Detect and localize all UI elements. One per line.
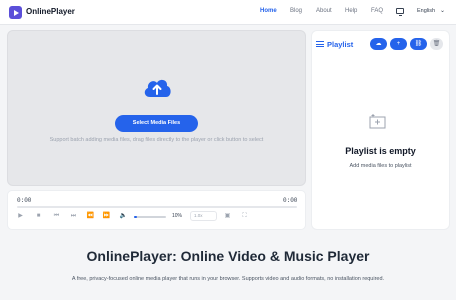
duration-time: 0:00: [283, 197, 298, 204]
player-logo-icon[interactable]: [9, 6, 22, 19]
add-button[interactable]: +: [390, 38, 407, 50]
seek-bar[interactable]: [17, 206, 297, 208]
empty-playlist-subtitle: Add media files to playlist: [349, 163, 412, 169]
volume-icon[interactable]: 🔈: [119, 212, 128, 221]
media-drop-zone[interactable]: [7, 30, 306, 186]
page-title: OnlinePlayer: Online Video & Music Playe…: [86, 248, 370, 264]
language-select[interactable]: English: [417, 8, 435, 14]
volume-fill: [134, 216, 138, 218]
next-icon[interactable]: ⏭: [69, 212, 78, 221]
delete-button[interactable]: 🗑: [430, 38, 443, 50]
current-time: 0:00: [17, 197, 32, 204]
page-tagline: A free, privacy-focused online media pla…: [71, 276, 385, 282]
rewind-icon[interactable]: ⏪: [86, 212, 95, 221]
fullscreen-icon[interactable]: ⛶: [240, 212, 249, 221]
playlist-title: Playlist: [327, 40, 354, 49]
speed-select[interactable]: 1.0x: [190, 211, 217, 221]
volume-slider[interactable]: [134, 216, 166, 218]
list-icon: [316, 41, 324, 47]
nav-help[interactable]: Help: [345, 8, 357, 14]
drop-hint-text: Support batch adding media files, drag f…: [49, 137, 264, 143]
playlist-panel: [311, 30, 450, 230]
link-button[interactable]: ⛓: [410, 38, 427, 50]
select-media-files-button[interactable]: Select Media Files: [115, 115, 198, 132]
stop-icon[interactable]: ■: [34, 212, 43, 221]
monitor-icon[interactable]: [396, 8, 404, 16]
play-icon[interactable]: ▶: [16, 212, 25, 221]
empty-playlist-icon: [369, 114, 386, 129]
fast-forward-icon[interactable]: ⏩: [102, 212, 111, 221]
player-controls: [7, 190, 306, 230]
nav-about[interactable]: About: [316, 8, 332, 14]
previous-icon[interactable]: ⏮: [52, 212, 61, 221]
cloud-add-button[interactable]: ☁: [370, 38, 387, 50]
nav-blog[interactable]: Blog: [290, 8, 302, 14]
nav-faq[interactable]: FAQ: [371, 8, 383, 14]
brand-name[interactable]: OnlinePlayer: [26, 7, 75, 16]
empty-playlist-title: Playlist is empty: [345, 146, 416, 156]
nav-home[interactable]: Home: [260, 8, 277, 14]
volume-label: 10%: [172, 213, 183, 219]
cloud-upload-icon: [144, 79, 171, 97]
chevron-down-icon[interactable]: ⌄: [440, 7, 445, 14]
picture-in-picture-icon[interactable]: ▣: [223, 212, 232, 221]
